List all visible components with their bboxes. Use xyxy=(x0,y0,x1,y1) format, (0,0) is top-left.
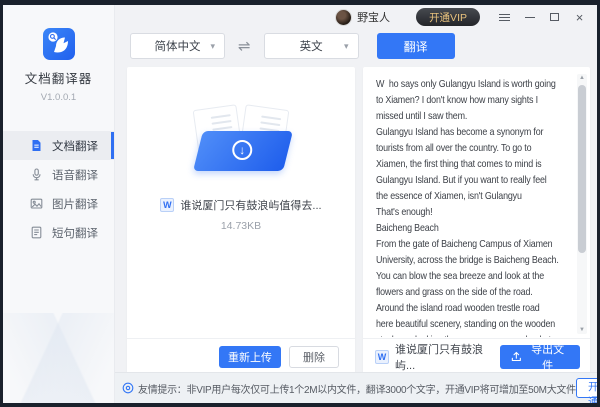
target-language-value: 英文 xyxy=(300,38,323,54)
app-version: V1.0.0.1 xyxy=(3,92,114,103)
microphone-icon xyxy=(30,168,43,181)
image-icon xyxy=(30,197,43,210)
titlebar: 野宝人 开通VIP × xyxy=(115,5,597,29)
source-panel-footer: 重新上传 删除 xyxy=(127,338,355,374)
vip-tip-text: 友情提示：非VIP用户每次仅可上传1个2M以内文件，翻译3000个文字，开通VI… xyxy=(138,381,576,396)
translation-line: Around the island road wooden trestle ro… xyxy=(376,300,570,316)
word-file-icon: W xyxy=(160,198,174,212)
translation-result-panel: W ho says only Gulangyu Island is worth … xyxy=(363,67,590,374)
translation-line: missed until I saw them. xyxy=(376,108,570,124)
translation-line: Baicheng Beach xyxy=(376,220,570,236)
result-panel-footer: W 谁说厦门只有鼓浪屿... 导出文件 xyxy=(363,338,590,374)
scrollbar-track[interactable]: ▲ ▼ xyxy=(577,74,587,334)
upload-folder-illustration: ↓ xyxy=(176,107,306,171)
download-arrow-icon: ↓ xyxy=(232,140,252,160)
footer-bar: 友情提示：非VIP用户每次仅可上传1个2M以内文件，翻译3000个文字，开通VI… xyxy=(115,372,597,403)
sidebar: 文档翻译器 V1.0.0.1 文档翻译 语音翻译 xyxy=(3,5,115,403)
close-button[interactable]: × xyxy=(567,6,592,28)
main-content: 简体中文 ▾ ⇌ 英文 ▾ 翻译 ↓ W xyxy=(115,29,597,372)
sidebar-menu: 文档翻译 语音翻译 图片翻译 xyxy=(3,131,114,247)
chevron-down-icon: ▾ xyxy=(344,41,349,52)
scroll-up-icon[interactable]: ▲ xyxy=(577,75,587,81)
translation-text-area: W ho says only Gulangyu Island is worth … xyxy=(376,76,570,337)
chevron-down-icon: ▾ xyxy=(210,41,215,52)
result-file-row: W 谁说厦门只有鼓浪屿... xyxy=(375,341,500,373)
translation-line: Gulangyu Island. But if you want to real… xyxy=(376,172,570,188)
delete-button[interactable]: 删除 xyxy=(289,346,339,368)
sidebar-item-document-translate[interactable]: 文档翻译 xyxy=(3,131,114,160)
source-language-select[interactable]: 简体中文 ▾ xyxy=(130,33,225,59)
translation-line: From the gate of Baicheng Campus of Xiam… xyxy=(376,236,570,252)
translation-line: to Xiamen? I don't know how many sights … xyxy=(376,92,570,108)
user-avatar[interactable] xyxy=(335,9,352,26)
uploaded-file-row: W 谁说厦门只有鼓浪屿值得去... xyxy=(127,197,355,213)
sidebar-item-image-translate[interactable]: 图片翻译 xyxy=(3,189,114,218)
app-window: 文档翻译器 V1.0.0.1 文档翻译 语音翻译 xyxy=(0,0,600,407)
translate-button[interactable]: 翻译 xyxy=(377,33,455,59)
panels: ↓ W 谁说厦门只有鼓浪屿值得去... 14.73KB 重新上传 删除 W ho… xyxy=(115,67,597,374)
footer-open-vip-button[interactable]: 开通VIP xyxy=(576,378,600,398)
export-file-button[interactable]: 导出文件 xyxy=(500,345,580,369)
translation-line: stack overlooking the sea, you can see b… xyxy=(376,332,570,337)
sidebar-item-voice-translate[interactable]: 语音翻译 xyxy=(3,160,114,189)
info-icon xyxy=(122,382,134,394)
window-controls: × xyxy=(492,6,592,28)
translation-line: here beautiful scenery, standing on the … xyxy=(376,316,570,332)
vip-tip: 友情提示：非VIP用户每次仅可上传1个2M以内文件，翻译3000个文字，开通VI… xyxy=(122,381,576,396)
upload-icon xyxy=(511,351,522,362)
result-file-name: 谁说厦门只有鼓浪屿... xyxy=(395,341,500,373)
translation-line: Xiamen, the first thing that comes to mi… xyxy=(376,156,570,172)
scroll-down-icon[interactable]: ▼ xyxy=(577,327,587,333)
target-language-select[interactable]: 英文 ▾ xyxy=(264,33,359,59)
reupload-button[interactable]: 重新上传 xyxy=(219,346,281,368)
sidebar-item-label: 语音翻译 xyxy=(52,167,98,183)
app-name: 文档翻译器 xyxy=(3,68,114,87)
maximize-icon xyxy=(550,13,559,21)
open-vip-button[interactable]: 开通VIP xyxy=(416,8,480,26)
sidebar-item-phrase-translate[interactable]: 短句翻译 xyxy=(3,218,114,247)
uploaded-file-size: 14.73KB xyxy=(127,220,355,232)
minimize-button[interactable] xyxy=(517,6,542,28)
translation-line: University, across the bridge is Baichen… xyxy=(376,252,570,268)
user-account[interactable]: 野宝人 xyxy=(335,9,390,26)
maximize-button[interactable] xyxy=(542,6,567,28)
translation-line: W ho says only Gulangyu Island is worth … xyxy=(376,76,570,92)
document-icon xyxy=(30,139,43,152)
minimize-icon xyxy=(525,17,535,18)
app-logo-icon xyxy=(42,27,76,61)
menu-button[interactable] xyxy=(492,6,517,28)
sidebar-item-label: 图片翻译 xyxy=(52,196,98,212)
translation-line: You can blow the sea breeze and look at … xyxy=(376,268,570,284)
source-language-value: 简体中文 xyxy=(155,38,201,54)
hamburger-icon xyxy=(499,14,510,21)
translation-line: the essence of Xiamen, isn't Gulangyu xyxy=(376,188,570,204)
sidebar-item-label: 文档翻译 xyxy=(52,138,98,154)
folder-icon: ↓ xyxy=(193,131,293,171)
translation-line: tourists from all over the country. To g… xyxy=(376,140,570,156)
sidebar-item-label: 短句翻译 xyxy=(52,225,98,241)
swap-languages-icon[interactable]: ⇌ xyxy=(238,39,251,54)
translation-text: W ho says only Gulangyu Island is worth … xyxy=(376,76,570,337)
username: 野宝人 xyxy=(357,9,390,25)
translation-line: Gulangyu Island has become a synonym for xyxy=(376,124,570,140)
translation-line: That's enough! xyxy=(376,204,570,220)
translation-line: flowers and grass on the side of the roa… xyxy=(376,284,570,300)
word-file-icon: W xyxy=(375,350,389,364)
source-file-panel: ↓ W 谁说厦门只有鼓浪屿值得去... 14.73KB 重新上传 删除 xyxy=(127,67,355,374)
phrase-doc-icon xyxy=(30,226,43,239)
language-toolbar: 简体中文 ▾ ⇌ 英文 ▾ 翻译 xyxy=(130,33,597,59)
scrollbar-thumb[interactable] xyxy=(578,85,586,253)
export-file-label: 导出文件 xyxy=(526,341,569,373)
uploaded-file-name: 谁说厦门只有鼓浪屿值得去... xyxy=(180,197,321,213)
